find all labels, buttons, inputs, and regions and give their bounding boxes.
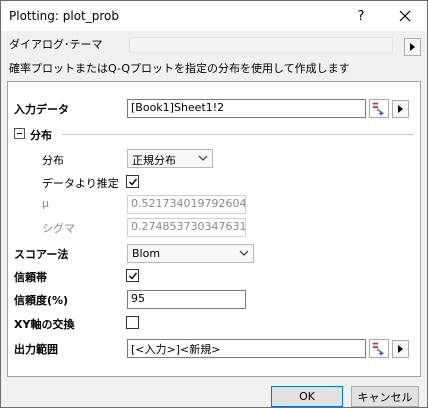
mu-field[interactable]: 0.521734019792604 [127,195,246,214]
play-arrow-icon [398,345,403,353]
chevron-down-icon [198,155,208,161]
theme-menu-button[interactable] [404,38,421,56]
output-range-pick-button[interactable] [369,339,389,358]
close-icon [399,10,411,22]
confidence-level-label: 信頼度(%) [14,294,69,307]
cancel-button[interactable]: キャンセル [351,386,419,407]
collapse-icon[interactable] [14,128,25,139]
close-button[interactable] [383,1,427,31]
play-arrow-icon [398,105,403,113]
settings-panel: 入力データ [Book1]Sheet1!2 分布 分布 正規分布 データより推定 [7,81,421,377]
chevron-down-icon [239,250,249,256]
title-bar: Plotting: plot_prob ? [1,1,427,31]
help-button[interactable]: ? [339,1,383,31]
play-arrow-icon [410,43,415,51]
distribution-section-label: 分布 [30,129,52,142]
window-title: Plotting: plot_prob [9,9,119,23]
score-select[interactable]: Blom [127,244,254,263]
dialog-description: 確率プロットまたはQ-Qプロットを指定の分布を使用して作成します [9,62,350,75]
checkmark-icon [128,178,137,186]
sigma-label: シグマ [42,222,75,235]
sigma-field[interactable]: 0.274853730347631 [127,218,246,237]
estimate-label: データより推定 [42,177,119,190]
theme-label: ダイアログ･テーマ [9,38,103,51]
dialog-window: Plotting: plot_prob ? ダイアログ･テーマ 確率プロットまた… [0,0,428,408]
xy-swap-label: XY軸の交換 [14,318,75,331]
score-value: Blom [132,247,161,260]
range-select-icon [372,102,385,116]
input-data-label: 入力データ [14,103,69,116]
range-select-icon [372,342,385,356]
input-data-menu-button[interactable] [392,100,409,118]
estimate-checkbox[interactable] [126,175,139,188]
distribution-select[interactable]: 正規分布 [127,149,213,168]
mu-label: μ [42,197,49,210]
section-divider [62,134,414,135]
distribution-label: 分布 [42,154,64,167]
confidence-band-label: 信頼帯 [14,271,47,284]
checkmark-icon [128,272,137,280]
confidence-band-checkbox[interactable] [126,269,139,282]
input-data-field[interactable]: [Book1]Sheet1!2 [127,99,366,118]
ok-button[interactable]: OK [271,386,343,407]
output-range-label: 出力範囲 [14,343,58,356]
score-label: スコアー法 [14,248,69,261]
confidence-level-field[interactable]: 95 [127,290,246,309]
output-range-field[interactable]: [<入力>]<新規> [127,339,366,358]
output-range-menu-button[interactable] [392,340,409,358]
input-data-pick-button[interactable] [369,99,389,118]
theme-field[interactable] [129,37,393,53]
distribution-value: 正規分布 [132,154,176,167]
xy-swap-checkbox[interactable] [126,316,139,329]
